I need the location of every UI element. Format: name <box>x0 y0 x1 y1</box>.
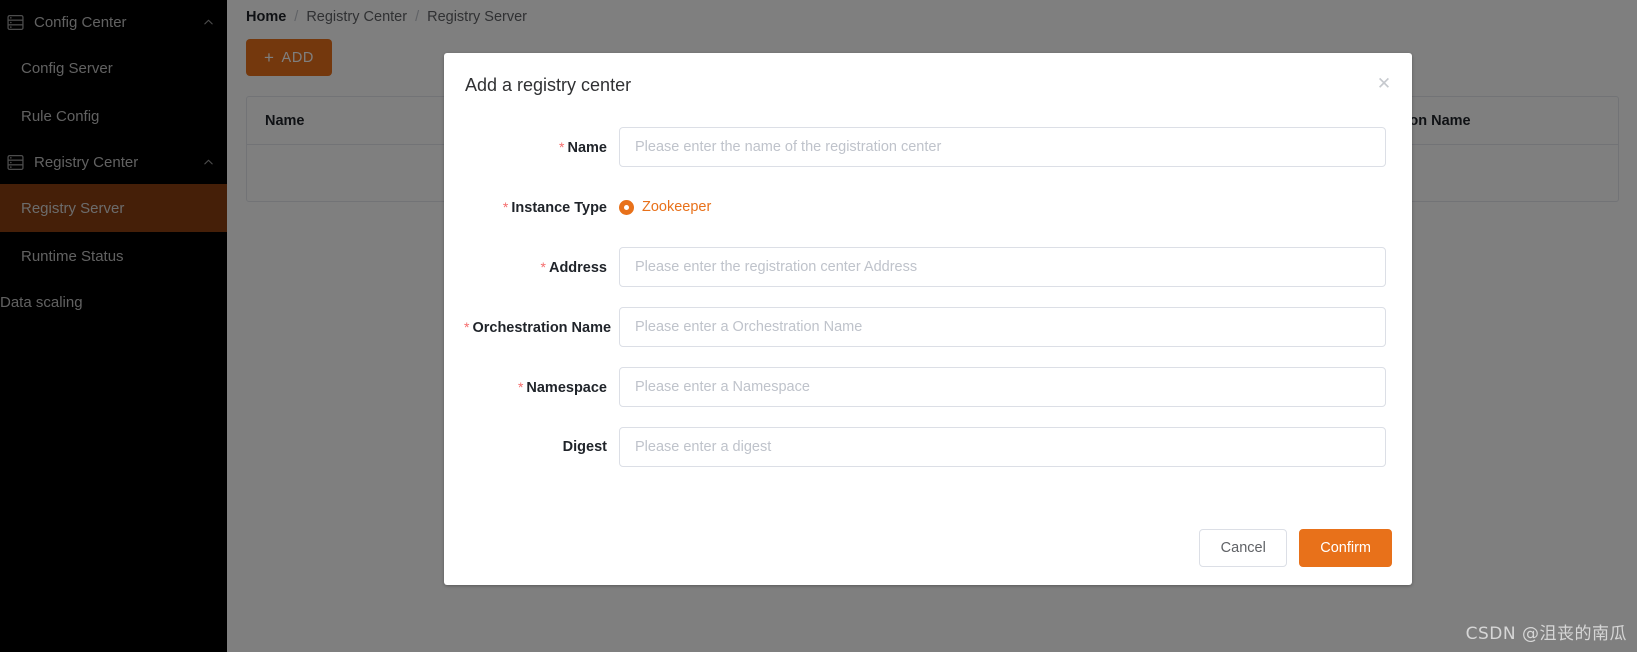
orchestration-name-label: * Orchestration Name <box>464 307 619 348</box>
namespace-label: * Namespace <box>464 367 619 408</box>
address-label-text: Address <box>548 260 607 276</box>
name-input[interactable] <box>619 127 1386 167</box>
name-label: * Name <box>464 127 619 168</box>
watermark: CSDN @沮丧的南瓜 <box>1465 624 1627 644</box>
orchestration-name-label-text: Orchestration Name <box>472 320 612 336</box>
close-icon[interactable]: ✕ <box>1372 71 1396 95</box>
namespace-input[interactable] <box>619 367 1386 407</box>
form-row-name: * Name <box>464 127 1392 168</box>
digest-label-text: Digest <box>562 439 607 455</box>
required-asterisk: * <box>502 199 509 215</box>
dialog-header: Add a registry center ✕ <box>444 53 1412 111</box>
orchestration-name-input[interactable] <box>619 307 1386 347</box>
form-row-instance-type: * Instance Type Zookeeper <box>464 187 1392 228</box>
dialog-footer: Cancel Confirm <box>1199 529 1392 567</box>
dialog-body: *Name*Instance TypeZookeeper*Address*Orc… <box>444 111 1412 467</box>
form-row-digest: Digest <box>464 427 1392 467</box>
orchestration-name-field <box>619 307 1392 347</box>
radio-option-zookeeper[interactable]: Zookeeper <box>619 187 1392 227</box>
digest-input[interactable] <box>619 427 1386 467</box>
address-field <box>619 247 1392 287</box>
instance-type-label: * Instance Type <box>464 187 619 228</box>
form-row-namespace: * Namespace <box>464 367 1392 408</box>
required-asterisk: * <box>464 319 470 335</box>
radio-option-label: Zookeeper <box>642 199 712 215</box>
radio-selected-icon <box>619 199 634 215</box>
confirm-button[interactable]: Confirm <box>1299 529 1392 567</box>
required-asterisk: * <box>540 259 546 275</box>
digest-field <box>619 427 1392 467</box>
dialog-title: Add a registry center <box>465 75 632 95</box>
namespace-label-text: Namespace <box>526 380 607 396</box>
required-asterisk: * <box>559 139 565 155</box>
add-registry-center-dialog: Add a registry center ✕ *Name*Instance T… <box>444 53 1412 585</box>
required-asterisk: * <box>517 379 524 395</box>
instance-type-label-text: Instance Type <box>511 200 607 216</box>
cancel-button[interactable]: Cancel <box>1199 529 1288 567</box>
digest-label: Digest <box>464 427 619 467</box>
form-row-address: * Address <box>464 247 1392 288</box>
form-row-orchestration-name: * Orchestration Name <box>464 307 1392 348</box>
instance-type-field: Zookeeper <box>619 187 1392 227</box>
address-label: * Address <box>464 247 619 288</box>
namespace-field <box>619 367 1392 407</box>
name-field <box>619 127 1392 167</box>
address-input[interactable] <box>619 247 1386 287</box>
app-root: Config Center Config ServerRule Config R… <box>0 0 1637 652</box>
name-label-text: Name <box>567 140 608 156</box>
